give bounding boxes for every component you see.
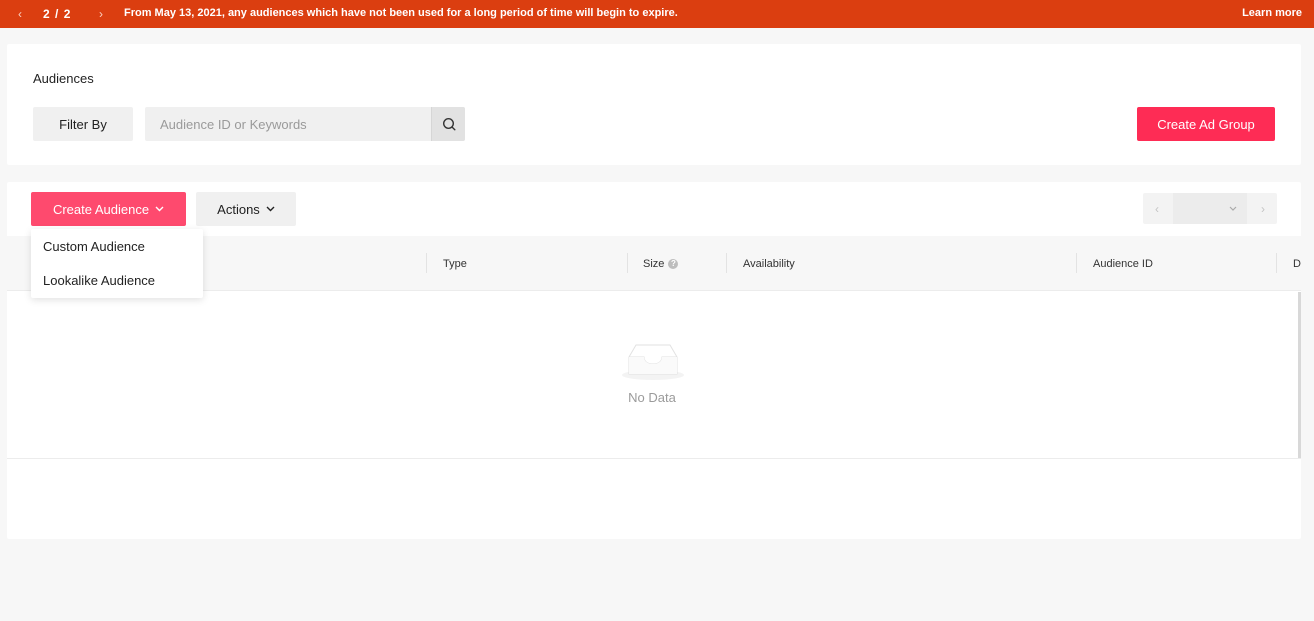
pagination: ‹ ›	[1143, 193, 1277, 224]
column-divider	[627, 253, 628, 273]
menu-item-custom-audience[interactable]: Custom Audience	[31, 230, 203, 262]
column-divider	[426, 253, 427, 273]
column-divider	[1076, 253, 1077, 273]
column-divider	[726, 253, 727, 273]
create-audience-button[interactable]: Create Audience	[31, 192, 186, 226]
banner-page-separator: /	[55, 7, 60, 21]
column-header-size-label: Size	[643, 257, 665, 270]
notification-banner: ‹ 2 / 2 › From May 13, 2021, any audienc…	[0, 0, 1314, 28]
column-divider	[1276, 253, 1277, 273]
pagination-next-icon[interactable]: ›	[1249, 193, 1277, 224]
column-header-truncated[interactable]: D	[1293, 236, 1301, 291]
empty-state-text: No Data	[628, 390, 676, 405]
banner-total-pages: 2	[63, 7, 72, 21]
search-input[interactable]	[145, 107, 431, 141]
banner-message: From May 13, 2021, any audiences which h…	[124, 7, 678, 19]
search-icon	[442, 117, 456, 131]
banner-current-page: 2	[43, 7, 51, 21]
actions-button[interactable]: Actions	[196, 192, 296, 226]
page-size-select[interactable]	[1173, 193, 1247, 224]
page-title: Audiences	[33, 71, 94, 86]
inbox-icon	[622, 344, 684, 380]
actions-label: Actions	[217, 201, 260, 217]
column-header-size[interactable]: Size ?	[643, 236, 679, 291]
banner-prev-icon[interactable]: ‹	[13, 6, 27, 22]
learn-more-link[interactable]: Learn more	[1242, 7, 1302, 19]
column-header-availability[interactable]: Availability	[743, 236, 795, 291]
menu-item-lookalike-audience[interactable]: Lookalike Audience	[31, 264, 203, 296]
chevron-down-icon	[266, 206, 275, 212]
filter-by-button[interactable]: Filter By	[33, 107, 133, 141]
table-body: No Data	[7, 292, 1301, 459]
help-icon[interactable]: ?	[668, 258, 679, 269]
create-audience-label: Create Audience	[52, 201, 150, 217]
search-box	[145, 107, 465, 141]
search-button[interactable]	[431, 107, 465, 141]
chevron-down-icon	[155, 206, 164, 212]
column-header-type[interactable]: Type	[443, 236, 467, 291]
banner-pager: 2 / 2	[43, 7, 71, 21]
create-audience-menu: Custom Audience Lookalike Audience	[31, 229, 203, 298]
pagination-prev-icon[interactable]: ‹	[1143, 193, 1171, 224]
column-header-audience-id[interactable]: Audience ID	[1093, 236, 1153, 291]
create-ad-group-button[interactable]: Create Ad Group	[1137, 107, 1275, 141]
banner-next-icon[interactable]: ›	[94, 6, 108, 22]
vertical-scrollbar[interactable]	[1298, 292, 1301, 458]
chevron-down-icon	[1229, 206, 1237, 211]
audiences-header-card: Audiences Filter By Create Ad Group	[7, 44, 1301, 165]
